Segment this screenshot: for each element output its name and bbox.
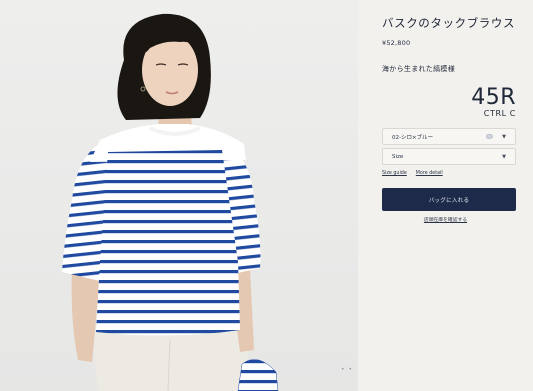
info-links: Size guide More detail (382, 171, 443, 176)
color-swatch-icon (486, 134, 493, 139)
size-guide-link[interactable]: Size guide (382, 171, 407, 176)
brand-logo-main: 45R (471, 85, 516, 110)
product-title: バスクのタックブラウス (382, 16, 516, 30)
color-select-value: 02-シロ×ブルー (392, 134, 434, 141)
product-photo[interactable]: • • (0, 0, 358, 391)
chevron-down-icon: ▼ (502, 154, 506, 160)
product-detail-panel: バスクのタックブラウス ¥52,800 海から生まれた縞模様 45R CTRL … (358, 0, 533, 391)
brand-logo: 45R CTRL C (471, 87, 516, 118)
add-to-cart-button[interactable]: バッグに入れる (382, 188, 516, 211)
gallery-pager[interactable]: • • (341, 366, 353, 373)
chevron-down-icon: ▼ (502, 134, 506, 140)
store-stock-link-row: 店頭在庫を確認する (358, 216, 533, 223)
model-illustration (62, 13, 279, 391)
color-select[interactable]: 02-シロ×ブルー ▼ (382, 128, 516, 145)
product-tagline: 海から生まれた縞模様 (382, 65, 455, 73)
brand-logo-sub: CTRL C (483, 109, 516, 118)
size-select[interactable]: Size ▼ (382, 148, 516, 165)
check-store-stock-link[interactable]: 店頭在庫を確認する (424, 218, 467, 223)
more-detail-link[interactable]: More detail (416, 171, 443, 176)
product-price: ¥52,800 (382, 39, 411, 47)
size-select-value: Size (392, 153, 404, 160)
